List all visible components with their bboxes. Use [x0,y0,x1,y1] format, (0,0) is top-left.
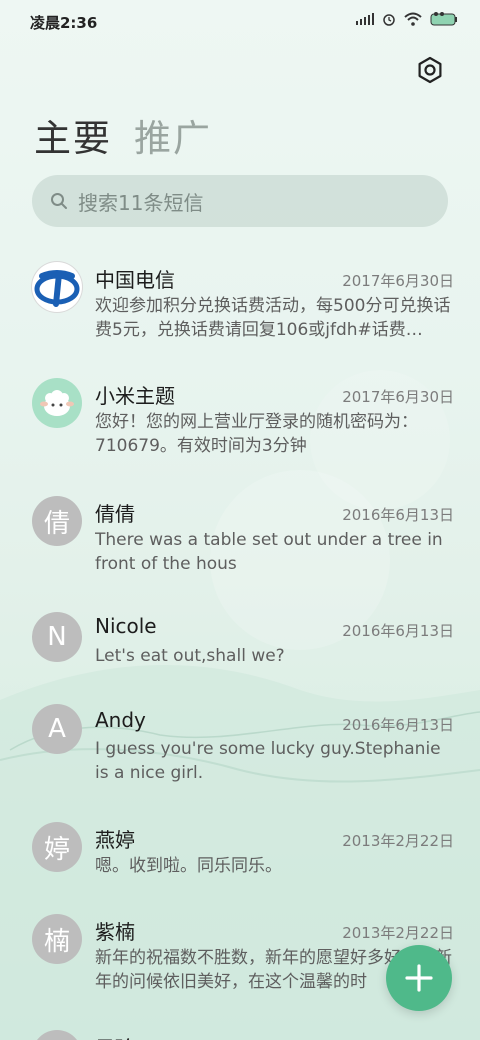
sheep-icon [40,390,74,416]
tab-bar: 主要 推广 [34,108,212,162]
conversation-item[interactable]: A Andy 2016年6月13日 I guess you're some lu… [0,704,480,816]
contact-name: 小米主题 [95,384,175,408]
contact-name: 紫楠 [95,920,135,944]
message-date: 2017年6月30日 [342,272,454,290]
message-preview: 嗯。收到啦。同乐同乐。 [95,856,282,876]
status-icons [356,12,458,26]
message-preview: 欢迎参加积分兑换话费活动，每500分可兑换话费5元，兑换话费请回复106或jfd… [95,296,451,340]
search-bar[interactable]: 搜索11条短信 [32,175,448,227]
search-input[interactable]: 搜索11条短信 [78,187,203,216]
avatar [32,262,82,312]
message-date: 2016年6月13日 [342,506,454,524]
conversation-item[interactable]: 小米主题 2017年6月30日 您好！您的网上营业厅登录的随机密码为：71067… [0,376,480,488]
avatar: 楠 [32,914,82,964]
contact-name: Andy [95,708,146,732]
message-date: 2013年2月22日 [342,832,454,850]
message-date: 2016年6月13日 [342,716,454,734]
tab-primary[interactable]: 主要 [34,108,112,162]
plus-icon [405,964,433,992]
contact-name: Nicole [95,614,157,638]
status-time: 凌晨2:36 [30,14,98,32]
settings-icon[interactable] [416,56,444,84]
message-date: 2016年6月13日 [342,622,454,640]
avatar: 倩 [32,496,82,546]
battery-icon [430,12,457,26]
message-preview: 您好！您的网上营业厅登录的随机密码为：710679。有效时间为3分钟 [95,412,418,456]
status-bar: 凌晨2:36 [0,0,480,44]
contact-name: 倩倩 [95,502,135,526]
contact-name: 子玲 [95,1032,135,1040]
conversation-item[interactable]: 倩 倩倩 2016年6月13日 There was a table set ou… [0,494,480,606]
conversation-item[interactable]: N Nicole 2016年6月13日 Let's eat out,shall … [0,610,480,700]
alarm-icon [383,14,395,26]
conversation-item[interactable]: 子玲 [0,1028,480,1040]
conversation-item[interactable]: 中国电信 2017年6月30日 欢迎参加积分兑换话费活动，每500分可兑换话费5… [0,258,480,370]
message-preview: There was a table set out under a tree i… [95,530,443,574]
telecom-logo-icon [34,270,80,307]
search-icon [51,193,67,209]
wifi-icon [404,12,422,26]
new-message-button[interactable] [386,945,452,1011]
message-date: 2013年2月22日 [342,924,454,942]
message-preview: Let's eat out,shall we? [95,646,285,666]
avatar: A [32,704,82,754]
avatar: 婷 [32,822,82,872]
tab-promotions[interactable]: 推广 [134,108,212,162]
conversation-item[interactable]: 婷 燕婷 2013年2月22日 嗯。收到啦。同乐同乐。 [0,820,480,910]
avatar [32,378,82,428]
contact-name: 中国电信 [95,268,175,292]
avatar: N [32,612,82,662]
signal-icon [356,13,374,25]
message-date: 2017年6月30日 [342,388,454,406]
avatar [32,1030,82,1040]
message-preview: I guess you're some lucky guy.Stephanie … [95,739,441,783]
contact-name: 燕婷 [95,828,135,852]
